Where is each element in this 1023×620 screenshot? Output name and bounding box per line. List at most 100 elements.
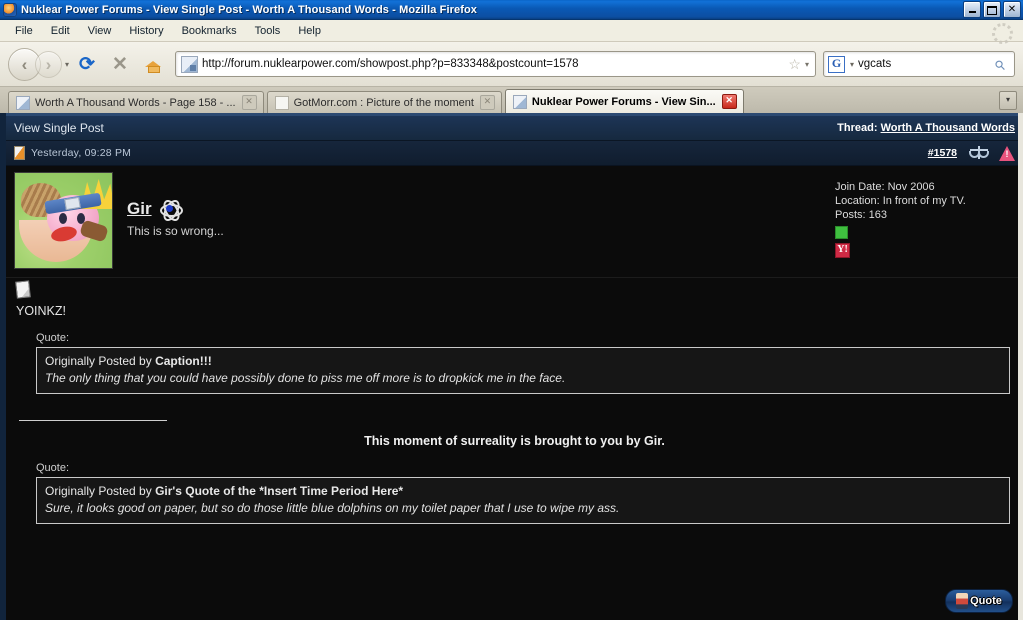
quote-label-2: Quote: [36, 461, 70, 474]
quote-button-character-icon [956, 593, 969, 609]
yahoo-messenger-icon[interactable]: Y! [835, 243, 850, 258]
user-title: This is so wrong... [127, 224, 224, 238]
menu-view[interactable]: View [79, 23, 121, 39]
forum-header-bar: View Single Post Thread: Worth A Thousan… [6, 116, 1023, 141]
scales-icon[interactable] [969, 145, 989, 161]
menu-bookmarks[interactable]: Bookmarks [173, 23, 246, 39]
quote-author: Gir's Quote of the *Insert Time Period H… [155, 483, 404, 498]
atom-icon [159, 197, 183, 224]
scales-pan-right [978, 151, 989, 158]
tab-favicon [512, 94, 527, 109]
quote-author: Caption!!! [155, 354, 212, 368]
quote-box-1: Originally Posted by Caption!!! The only… [36, 347, 1010, 394]
page-title: View Single Post [14, 121, 104, 135]
menu-file[interactable]: File [6, 23, 42, 39]
post-footer-area: Quote [6, 524, 1023, 620]
page-scrollbar[interactable] [1018, 113, 1023, 620]
page-icon [15, 279, 31, 299]
close-window-button[interactable]: ✕ [1003, 1, 1021, 18]
post-icon [14, 146, 25, 160]
tab-label: Worth A Thousand Words - Page 158 - ... [35, 96, 236, 109]
tab-close-icon[interactable]: ✕ [721, 94, 737, 109]
avatar-eye-left [59, 213, 67, 224]
post-user-row: Gir This is so wrong... Join Date: Nov 2… [6, 166, 1023, 277]
user-info: Gir This is so wrong... [113, 172, 835, 269]
quote-label-1: Quote: [36, 332, 70, 344]
post-header-bar: Yesterday, 09:28 PM #1578 [6, 141, 1023, 166]
quote-attribution-2: Originally Posted by Gir's Quote of the … [45, 484, 1001, 498]
forum-content: View Single Post Thread: Worth A Thousan… [6, 113, 1023, 620]
thread-link[interactable]: Worth A Thousand Words [881, 122, 1015, 134]
quote-button-label: Quote [970, 594, 1002, 607]
quote-button[interactable]: Quote [945, 589, 1013, 613]
search-input[interactable]: vgcats [854, 58, 995, 70]
signature-text: This moment of surreality is brought to … [364, 434, 665, 448]
signature-separator [19, 420, 167, 421]
post-number-link[interactable]: #1578 [928, 147, 957, 159]
list-all-tabs-button[interactable]: ▾ [999, 91, 1017, 110]
user-stats: Join Date: Nov 2006 Location: In front o… [835, 172, 1015, 269]
history-dropdown-icon[interactable]: ▾ [65, 60, 69, 69]
menu-edit[interactable]: Edit [42, 23, 79, 39]
window-title: Nuklear Power Forums - View Single Post … [21, 3, 477, 16]
reload-button[interactable]: ⟳ [72, 49, 102, 79]
tab-bar: Worth A Thousand Words - Page 158 - ... … [0, 87, 1023, 113]
maximize-button[interactable] [983, 1, 1001, 18]
home-button[interactable] [138, 49, 168, 79]
quote-box-2: Originally Posted by Gir's Quote of the … [36, 476, 1010, 524]
reload-icon: ⟳ [79, 53, 95, 75]
google-icon[interactable]: G [828, 55, 845, 73]
address-bar[interactable]: http://forum.nuklearpower.com/showpost.p… [175, 51, 816, 77]
window-controls: ✕ [963, 1, 1021, 18]
tab-nuklear-power-forums[interactable]: Nuklear Power Forums - View Sin... ✕ [504, 89, 744, 113]
quote-attrib-prefix: Originally Posted by [45, 483, 152, 498]
warning-icon[interactable] [999, 145, 1015, 161]
post-text: YOINKZ! [16, 304, 67, 318]
firefox-icon [3, 2, 17, 17]
forward-button[interactable]: › [35, 50, 62, 78]
bookmark-star-icon[interactable]: ☆ [784, 57, 805, 71]
search-bar[interactable]: G ▾ vgcats ⚲ [823, 51, 1015, 77]
back-forward-group: ‹ › ▾ [8, 47, 69, 81]
quote-text-2: Sure, it looks good on paper, but so do … [45, 500, 620, 515]
tab-gotmorr[interactable]: GotMorr.com : Picture of the moment ✕ [266, 91, 502, 113]
browser-window: Nuklear Power Forums - View Single Post … [0, 0, 1023, 620]
user-join-date: Join Date: Nov 2006 [835, 181, 935, 193]
navigation-toolbar: ‹ › ▾ ⟳ ✕ http://forum.nuklearpower.com/… [0, 42, 1023, 87]
avatar [14, 172, 113, 269]
url-dropdown-icon[interactable]: ▾ [805, 60, 815, 69]
menu-bar: File Edit View History Bookmarks Tools H… [0, 20, 1023, 44]
thread-link-group: Thread: Worth A Thousand Words [837, 122, 1015, 134]
username-row: Gir [127, 197, 835, 224]
avatar-headband-plate [64, 196, 81, 211]
tab-close-icon[interactable]: ✕ [479, 95, 495, 110]
menu-history[interactable]: History [120, 23, 172, 39]
menu-help[interactable]: Help [289, 23, 330, 39]
quote-attrib-prefix: Originally Posted by [45, 354, 152, 368]
thread-label: Thread: [837, 122, 878, 134]
tab-favicon [274, 95, 289, 110]
menu-tools[interactable]: Tools [246, 23, 290, 39]
stop-button[interactable]: ✕ [105, 49, 135, 79]
page-viewport: View Single Post Thread: Worth A Thousan… [0, 113, 1023, 620]
back-arrow-icon: ‹ [21, 54, 28, 74]
green-square-icon [835, 226, 848, 239]
tab-favicon [16, 95, 30, 110]
post-body: YOINKZ! Quote: Originally Posted by Capt… [6, 277, 1023, 620]
post-body-icon-row [6, 278, 1023, 300]
tab-worth-a-thousand-words[interactable]: Worth A Thousand Words - Page 158 - ... … [8, 91, 264, 113]
tab-label: GotMorr.com : Picture of the moment [293, 96, 474, 109]
tab-close-icon[interactable]: ✕ [241, 95, 257, 110]
quote-text-1: The only thing that you could have possi… [45, 371, 566, 385]
user-post-count: Posts: 163 [835, 209, 887, 221]
user-location: Location: In front of my TV. [835, 195, 966, 207]
minimize-button[interactable] [963, 1, 981, 18]
url-input[interactable]: http://forum.nuklearpower.com/showpost.p… [202, 58, 784, 70]
atom-nucleus [165, 205, 173, 212]
loading-throbber-icon [992, 23, 1013, 44]
magnifier-icon[interactable]: ⚲ [991, 53, 1012, 74]
post-date: Yesterday, 09:28 PM [31, 147, 132, 159]
forward-arrow-icon: › [45, 54, 52, 74]
username-link[interactable]: Gir [127, 200, 152, 217]
title-bar: Nuklear Power Forums - View Single Post … [0, 0, 1023, 20]
